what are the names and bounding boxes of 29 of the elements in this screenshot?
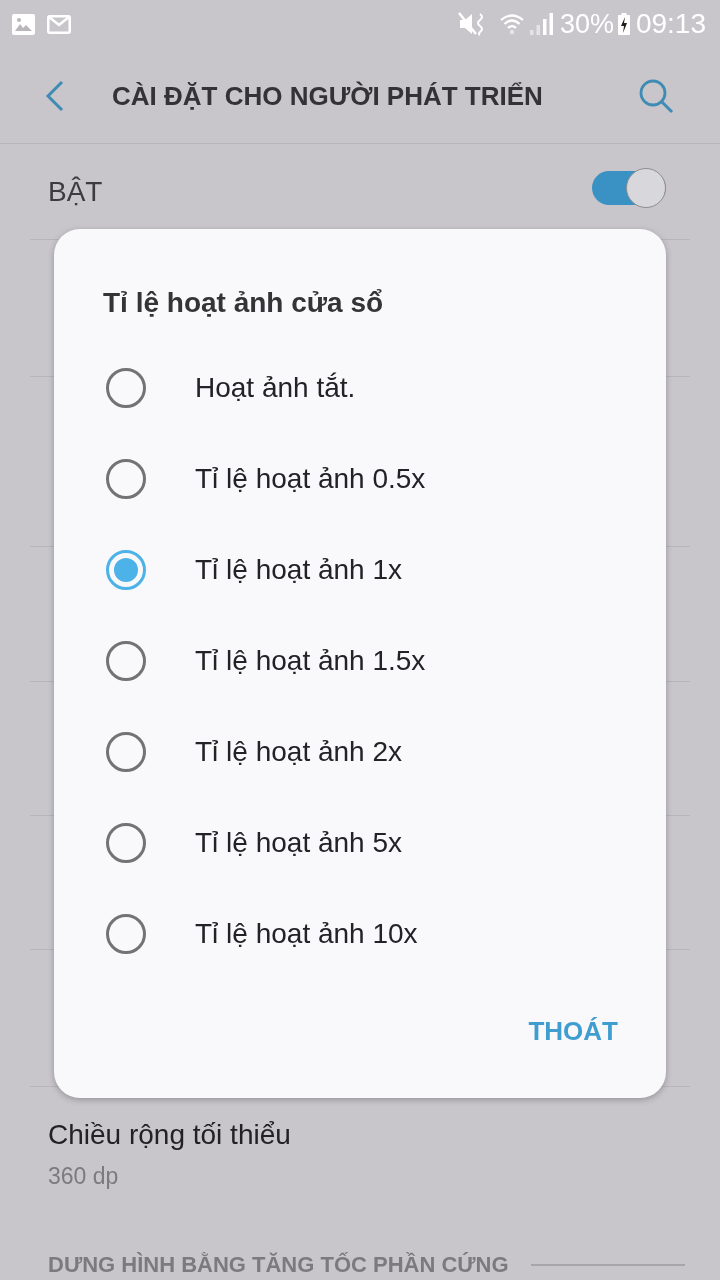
option-label[interactable]: Tỉ lệ hoạt ảnh 1x — [195, 552, 403, 587]
page-title: CÀI ĐẶT CHO NGƯỜI PHÁT TRIỂN — [112, 79, 543, 112]
radio-button[interactable] — [106, 367, 146, 408]
mail-icon — [47, 14, 71, 34]
battery-percentage: 30% — [559, 8, 614, 40]
radio-button[interactable] — [106, 458, 146, 499]
charging-battery-icon — [617, 13, 630, 35]
radio-button[interactable] — [106, 913, 146, 954]
option-label[interactable]: Tỉ lệ hoạt ảnh 0.5x — [195, 461, 426, 496]
radio-button[interactable] — [106, 549, 146, 590]
muted-speaker-icon — [457, 12, 486, 36]
option-label[interactable]: Tỉ lệ hoạt ảnh 2x — [195, 734, 403, 769]
switch-label: BẬT — [48, 174, 103, 209]
section-header: DƯNG HÌNH BẰNG TĂNG TỐC PHẦN CỨNG — [48, 1251, 509, 1279]
setting-title: Chiều rộng tối thiểu — [48, 1118, 292, 1152]
radio-button[interactable] — [106, 822, 146, 863]
toggle-switch[interactable] — [592, 168, 666, 208]
dialog-title: Tỉ lệ hoạt ảnh cửa sổ — [103, 286, 385, 320]
option-label[interactable]: Tỉ lệ hoạt ảnh 1.5x — [195, 643, 426, 678]
radio-button[interactable] — [106, 640, 146, 681]
image-icon — [12, 13, 35, 35]
radio-button[interactable] — [106, 731, 146, 772]
wifi-icon — [499, 13, 524, 35]
option-label[interactable]: Tỉ lệ hoạt ảnh 10x — [195, 916, 418, 951]
option-label[interactable]: Tỉ lệ hoạt ảnh 5x — [195, 825, 403, 860]
clock-time: 09:13 — [635, 8, 706, 40]
option-label[interactable]: Hoạt ảnh tắt. — [195, 370, 356, 405]
setting-value: 360 dp — [48, 1162, 120, 1190]
signal-icon — [529, 13, 554, 35]
